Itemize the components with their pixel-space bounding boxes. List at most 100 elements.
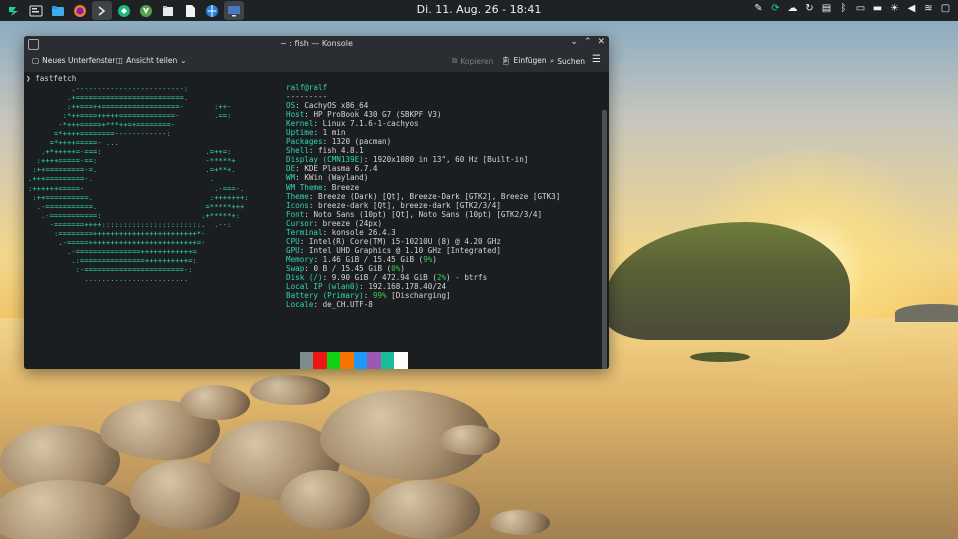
info-value: CachyOS x86_64 — [304, 101, 369, 111]
info-key: Font — [286, 209, 305, 219]
pen-icon[interactable]: ✎ — [752, 2, 765, 15]
konsole-window: ~ : fish — Konsole ⌄ ⌃ ✕ ▢ Neues Unterfe… — [24, 36, 609, 369]
hamburger-menu-icon[interactable]: ☰ — [592, 54, 601, 65]
info-key: Icons — [286, 200, 309, 210]
color-swatch — [286, 352, 300, 369]
info-row: Packages: 1320 (pacman) — [286, 137, 392, 147]
info-row: CPU: Intel(R) Core(TM) i5-10210U (8) @ 4… — [286, 236, 501, 246]
window-titlebar[interactable]: ~ : fish — Konsole ⌄ ⌃ ✕ — [24, 36, 609, 52]
small-islet — [690, 352, 750, 362]
info-row: Swap: 0 B / 15.45 GiB (0%) — [286, 263, 405, 273]
color-swatch — [380, 352, 394, 369]
share-view-button[interactable]: ◫ Ansicht teilen ⌄ — [116, 56, 187, 65]
info-row: Shell: fish 4.8.1 — [286, 146, 364, 156]
info-value: konsole 26.4.3 — [331, 227, 396, 237]
top-panel: Di. 11. Aug. 26 - 18:41 ✎ ⟳ ☁ ↻ ▤ ᛒ ▭ ▬ … — [0, 0, 958, 21]
info-key: OS — [286, 101, 296, 111]
cloud-icon[interactable]: ☁ — [786, 2, 799, 15]
info-value: HP ProBook 430 G7 (SBKPF V3) — [313, 110, 442, 120]
info-value: Noto Sans (10pt) [Qt], Noto Sans (10pt) … — [313, 209, 543, 219]
info-value: KDE Plasma 6.7.4 — [304, 164, 378, 174]
info-key: Packages — [286, 137, 323, 147]
info-key: Kernel — [286, 119, 314, 129]
info-value: breeze (24px) — [322, 218, 383, 228]
new-tab-button[interactable]: ▢ Neues Unterfenster — [32, 56, 115, 65]
info-key: WM Theme — [286, 182, 323, 192]
info-row: Kernel: Linux 7.1.6-1-cachyos — [286, 119, 419, 129]
info-row: Uptime: 1 min — [286, 128, 346, 138]
color-swatch — [326, 352, 340, 369]
search-button[interactable]: ⌕ Suchen — [550, 56, 585, 66]
info-row: Theme: Breeze (Dark) [Qt], Breeze-Dark [… — [286, 191, 561, 201]
scrollbar[interactable] — [602, 110, 607, 369]
brightness-icon[interactable]: ☀ — [888, 2, 901, 15]
info-row: Host: HP ProBook 430 G7 (SBKPF V3) — [286, 110, 442, 120]
close-icon[interactable]: ✕ — [597, 37, 605, 47]
info-key: Locale — [286, 300, 314, 310]
info-key: Host — [286, 110, 305, 120]
info-key: GPU — [286, 245, 300, 255]
info-value: 1.46 GiB / 15.45 GiB (9%) — [322, 254, 437, 264]
terminal-view[interactable]: ❯ fastfetch .-------------------------: … — [24, 72, 609, 369]
cachy-update-icon[interactable]: ⟳ — [769, 2, 782, 15]
info-key: Battery (Primary) — [286, 291, 364, 301]
copy-button[interactable]: ⧉ Kopieren — [452, 56, 493, 66]
window-title: ~ : fish — Konsole — [280, 39, 353, 48]
bluetooth-icon[interactable]: ᛒ — [837, 2, 850, 15]
info-key: WM — [286, 173, 296, 183]
info-row: Icons: breeze-dark [Qt], breeze-dark [GT… — [286, 200, 501, 210]
info-value: Breeze — [331, 182, 360, 192]
paste-button[interactable]: 📋︎ Einfügen — [501, 56, 547, 65]
far-hill — [895, 304, 958, 322]
info-row: OS: CachyOS x86_64 — [286, 101, 369, 111]
info-key: Disk (/) — [286, 272, 323, 282]
info-row: Memory: 1.46 GiB / 15.45 GiB (9%) — [286, 254, 437, 264]
clipboard-icon[interactable]: ▤ — [820, 2, 833, 15]
system-tray: ✎ ⟳ ☁ ↻ ▤ ᛒ ▭ ▬ ☀ ◀ ≋ ▢ — [752, 2, 952, 15]
info-value: KWin (Wayland) — [304, 173, 369, 183]
info-key: CPU — [286, 236, 300, 246]
shore-rocks — [0, 370, 560, 539]
info-value: 0 B / 15.45 GiB (0%) — [313, 263, 405, 273]
maximize-icon[interactable]: ⌃ — [584, 37, 592, 47]
info-value: 1320 (pacman) — [331, 137, 392, 147]
info-value: de_CH.UTF-8 — [322, 300, 373, 310]
info-value: 9.90 GiB / 472.94 GiB (2%) - btrfs — [331, 272, 488, 282]
info-row: WM: KWin (Wayland) — [286, 173, 369, 183]
volume-icon[interactable]: ◀ — [905, 2, 918, 15]
user-host: ralf@ralf — [286, 83, 328, 92]
island — [605, 222, 850, 340]
copy-icon: ⧉ — [452, 56, 458, 65]
command-line: ❯ fastfetch — [26, 74, 77, 83]
chevron-down-icon: ⌄ — [180, 56, 187, 65]
sync-icon[interactable]: ↻ — [803, 2, 816, 15]
info-key: Display (CMN139E) — [286, 155, 364, 165]
device-icon[interactable]: ▭ — [854, 2, 867, 15]
color-swatch — [367, 352, 381, 369]
info-value: Intel UHD Graphics @ 1.10 GHz [Integrate… — [308, 245, 501, 255]
new-tab-icon: ▢ — [32, 56, 40, 65]
info-key: DE — [286, 164, 296, 174]
wifi-icon[interactable]: ≋ — [922, 2, 935, 15]
info-row: Font: Noto Sans (10pt) [Qt], Noto Sans (… — [286, 209, 543, 219]
konsole-toolbar: ▢ Neues Unterfenster ◫ Ansicht teilen ⌄ … — [24, 52, 609, 73]
scrollbar-thumb[interactable] — [602, 110, 607, 369]
split-view-icon: ◫ — [116, 56, 124, 65]
info-value: 192.168.178.40/24 — [368, 282, 447, 292]
info-row: Locale: de_CH.UTF-8 — [286, 300, 373, 310]
info-row: DE: KDE Plasma 6.7.4 — [286, 164, 378, 174]
panel-toggle-icon[interactable]: ▢ — [939, 2, 952, 15]
info-row: WM Theme: Breeze — [286, 182, 360, 192]
window-controls: ⌄ ⌃ ✕ — [570, 37, 605, 47]
info-value: Breeze (Dark) [Qt], Breeze-Dark [GTK2], … — [318, 191, 561, 201]
color-swatch — [299, 352, 313, 369]
minimize-icon[interactable]: ⌄ — [570, 37, 578, 47]
info-key: Memory — [286, 254, 314, 264]
color-swatch — [313, 352, 327, 369]
color-swatch — [353, 352, 367, 369]
battery-icon[interactable]: ▬ — [871, 2, 884, 15]
info-value: 99% [Discharging] — [372, 291, 451, 301]
info-row: Terminal: konsole 26.4.3 — [286, 227, 396, 237]
info-row: Display (CMN139E): 1920x1080 in 13", 60 … — [286, 155, 529, 165]
paste-icon: 📋︎ — [501, 56, 511, 65]
